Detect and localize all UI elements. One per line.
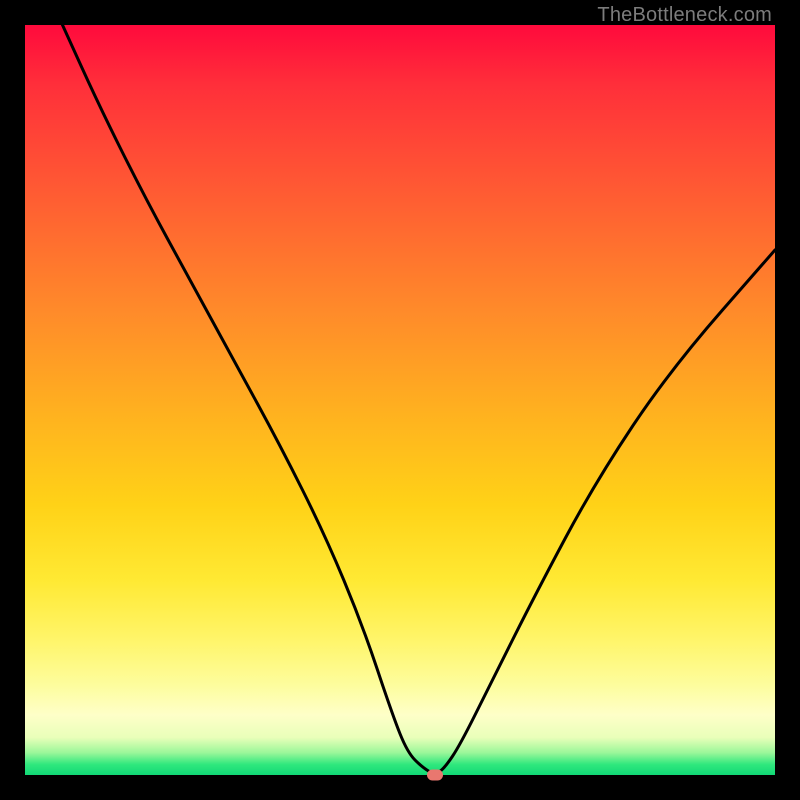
chart-plot-area <box>25 25 775 775</box>
bottleneck-curve <box>25 25 775 775</box>
attribution-text: TheBottleneck.com <box>597 4 772 27</box>
chart-frame: TheBottleneck.com <box>0 0 800 800</box>
optimum-marker <box>427 770 443 781</box>
